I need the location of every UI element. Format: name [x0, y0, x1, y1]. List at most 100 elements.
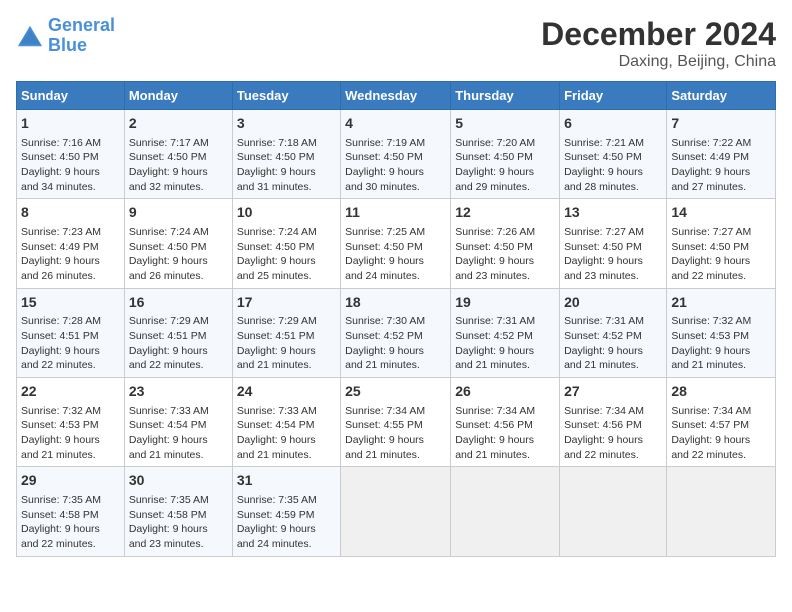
day-info: Sunrise: 7:33 AM Sunset: 4:54 PM Dayligh… — [129, 404, 228, 463]
calendar-cell: 5Sunrise: 7:20 AM Sunset: 4:50 PM Daylig… — [451, 110, 560, 199]
day-number: 5 — [455, 114, 555, 134]
day-number: 31 — [237, 471, 336, 491]
day-info: Sunrise: 7:33 AM Sunset: 4:54 PM Dayligh… — [237, 404, 336, 463]
logo-blue: Blue — [48, 35, 87, 55]
day-info: Sunrise: 7:34 AM Sunset: 4:56 PM Dayligh… — [455, 404, 555, 463]
day-info: Sunrise: 7:16 AM Sunset: 4:50 PM Dayligh… — [21, 136, 120, 195]
day-number: 17 — [237, 293, 336, 313]
logo: General Blue — [16, 16, 115, 56]
day-info: Sunrise: 7:22 AM Sunset: 4:49 PM Dayligh… — [671, 136, 771, 195]
day-number: 30 — [129, 471, 228, 491]
day-info: Sunrise: 7:30 AM Sunset: 4:52 PM Dayligh… — [345, 314, 446, 373]
day-number: 4 — [345, 114, 446, 134]
calendar-cell: 17Sunrise: 7:29 AM Sunset: 4:51 PM Dayli… — [232, 288, 340, 377]
day-info: Sunrise: 7:32 AM Sunset: 4:53 PM Dayligh… — [671, 314, 771, 373]
page-header: General Blue December 2024 Daxing, Beiji… — [16, 16, 776, 71]
calendar-cell: 24Sunrise: 7:33 AM Sunset: 4:54 PM Dayli… — [232, 378, 340, 467]
day-number: 29 — [21, 471, 120, 491]
calendar-cell: 16Sunrise: 7:29 AM Sunset: 4:51 PM Dayli… — [124, 288, 232, 377]
day-number: 28 — [671, 382, 771, 402]
day-number: 7 — [671, 114, 771, 134]
calendar-cell: 31Sunrise: 7:35 AM Sunset: 4:59 PM Dayli… — [232, 467, 340, 556]
calendar-cell: 18Sunrise: 7:30 AM Sunset: 4:52 PM Dayli… — [341, 288, 451, 377]
calendar-cell: 6Sunrise: 7:21 AM Sunset: 4:50 PM Daylig… — [560, 110, 667, 199]
calendar-body: 1Sunrise: 7:16 AM Sunset: 4:50 PM Daylig… — [17, 110, 776, 557]
day-number: 8 — [21, 203, 120, 223]
day-info: Sunrise: 7:35 AM Sunset: 4:58 PM Dayligh… — [21, 493, 120, 552]
day-number: 9 — [129, 203, 228, 223]
day-number: 1 — [21, 114, 120, 134]
calendar-header: SundayMondayTuesdayWednesdayThursdayFrid… — [17, 82, 776, 110]
day-info: Sunrise: 7:34 AM Sunset: 4:56 PM Dayligh… — [564, 404, 662, 463]
day-info: Sunrise: 7:27 AM Sunset: 4:50 PM Dayligh… — [671, 225, 771, 284]
logo-icon — [16, 22, 44, 50]
day-info: Sunrise: 7:24 AM Sunset: 4:50 PM Dayligh… — [237, 225, 336, 284]
header-cell-saturday: Saturday — [667, 82, 776, 110]
calendar-cell: 26Sunrise: 7:34 AM Sunset: 4:56 PM Dayli… — [451, 378, 560, 467]
day-number: 26 — [455, 382, 555, 402]
header-cell-tuesday: Tuesday — [232, 82, 340, 110]
day-number: 16 — [129, 293, 228, 313]
calendar-cell: 10Sunrise: 7:24 AM Sunset: 4:50 PM Dayli… — [232, 199, 340, 288]
day-number: 6 — [564, 114, 662, 134]
day-number: 24 — [237, 382, 336, 402]
day-info: Sunrise: 7:29 AM Sunset: 4:51 PM Dayligh… — [129, 314, 228, 373]
day-info: Sunrise: 7:35 AM Sunset: 4:59 PM Dayligh… — [237, 493, 336, 552]
title-block: December 2024 Daxing, Beijing, China — [541, 16, 776, 71]
calendar-cell: 22Sunrise: 7:32 AM Sunset: 4:53 PM Dayli… — [17, 378, 125, 467]
day-number: 23 — [129, 382, 228, 402]
day-number: 3 — [237, 114, 336, 134]
calendar-cell: 21Sunrise: 7:32 AM Sunset: 4:53 PM Dayli… — [667, 288, 776, 377]
calendar-title: December 2024 — [541, 16, 776, 53]
day-number: 22 — [21, 382, 120, 402]
header-cell-thursday: Thursday — [451, 82, 560, 110]
calendar-cell: 27Sunrise: 7:34 AM Sunset: 4:56 PM Dayli… — [560, 378, 667, 467]
day-number: 15 — [21, 293, 120, 313]
day-info: Sunrise: 7:23 AM Sunset: 4:49 PM Dayligh… — [21, 225, 120, 284]
day-info: Sunrise: 7:20 AM Sunset: 4:50 PM Dayligh… — [455, 136, 555, 195]
calendar-cell: 28Sunrise: 7:34 AM Sunset: 4:57 PM Dayli… — [667, 378, 776, 467]
day-info: Sunrise: 7:25 AM Sunset: 4:50 PM Dayligh… — [345, 225, 446, 284]
day-number: 13 — [564, 203, 662, 223]
day-info: Sunrise: 7:24 AM Sunset: 4:50 PM Dayligh… — [129, 225, 228, 284]
day-info: Sunrise: 7:17 AM Sunset: 4:50 PM Dayligh… — [129, 136, 228, 195]
calendar-cell: 12Sunrise: 7:26 AM Sunset: 4:50 PM Dayli… — [451, 199, 560, 288]
day-info: Sunrise: 7:31 AM Sunset: 4:52 PM Dayligh… — [564, 314, 662, 373]
day-info: Sunrise: 7:26 AM Sunset: 4:50 PM Dayligh… — [455, 225, 555, 284]
calendar-cell: 1Sunrise: 7:16 AM Sunset: 4:50 PM Daylig… — [17, 110, 125, 199]
calendar-cell: 19Sunrise: 7:31 AM Sunset: 4:52 PM Dayli… — [451, 288, 560, 377]
calendar-week-3: 15Sunrise: 7:28 AM Sunset: 4:51 PM Dayli… — [17, 288, 776, 377]
calendar-cell: 30Sunrise: 7:35 AM Sunset: 4:58 PM Dayli… — [124, 467, 232, 556]
calendar-cell: 7Sunrise: 7:22 AM Sunset: 4:49 PM Daylig… — [667, 110, 776, 199]
calendar-table: SundayMondayTuesdayWednesdayThursdayFrid… — [16, 81, 776, 557]
calendar-cell: 11Sunrise: 7:25 AM Sunset: 4:50 PM Dayli… — [341, 199, 451, 288]
day-number: 27 — [564, 382, 662, 402]
calendar-cell: 9Sunrise: 7:24 AM Sunset: 4:50 PM Daylig… — [124, 199, 232, 288]
day-number: 11 — [345, 203, 446, 223]
calendar-cell: 4Sunrise: 7:19 AM Sunset: 4:50 PM Daylig… — [341, 110, 451, 199]
calendar-cell: 14Sunrise: 7:27 AM Sunset: 4:50 PM Dayli… — [667, 199, 776, 288]
header-cell-sunday: Sunday — [17, 82, 125, 110]
day-number: 25 — [345, 382, 446, 402]
calendar-week-5: 29Sunrise: 7:35 AM Sunset: 4:58 PM Dayli… — [17, 467, 776, 556]
header-cell-monday: Monday — [124, 82, 232, 110]
day-info: Sunrise: 7:27 AM Sunset: 4:50 PM Dayligh… — [564, 225, 662, 284]
day-info: Sunrise: 7:34 AM Sunset: 4:57 PM Dayligh… — [671, 404, 771, 463]
calendar-cell: 15Sunrise: 7:28 AM Sunset: 4:51 PM Dayli… — [17, 288, 125, 377]
day-info: Sunrise: 7:32 AM Sunset: 4:53 PM Dayligh… — [21, 404, 120, 463]
calendar-cell: 29Sunrise: 7:35 AM Sunset: 4:58 PM Dayli… — [17, 467, 125, 556]
calendar-cell: 20Sunrise: 7:31 AM Sunset: 4:52 PM Dayli… — [560, 288, 667, 377]
day-number: 12 — [455, 203, 555, 223]
calendar-cell: 23Sunrise: 7:33 AM Sunset: 4:54 PM Dayli… — [124, 378, 232, 467]
day-info: Sunrise: 7:31 AM Sunset: 4:52 PM Dayligh… — [455, 314, 555, 373]
calendar-week-2: 8Sunrise: 7:23 AM Sunset: 4:49 PM Daylig… — [17, 199, 776, 288]
calendar-cell — [451, 467, 560, 556]
calendar-cell: 13Sunrise: 7:27 AM Sunset: 4:50 PM Dayli… — [560, 199, 667, 288]
calendar-week-1: 1Sunrise: 7:16 AM Sunset: 4:50 PM Daylig… — [17, 110, 776, 199]
calendar-subtitle: Daxing, Beijing, China — [541, 53, 776, 71]
calendar-cell — [560, 467, 667, 556]
day-number: 10 — [237, 203, 336, 223]
day-number: 2 — [129, 114, 228, 134]
calendar-cell: 3Sunrise: 7:18 AM Sunset: 4:50 PM Daylig… — [232, 110, 340, 199]
header-row: SundayMondayTuesdayWednesdayThursdayFrid… — [17, 82, 776, 110]
